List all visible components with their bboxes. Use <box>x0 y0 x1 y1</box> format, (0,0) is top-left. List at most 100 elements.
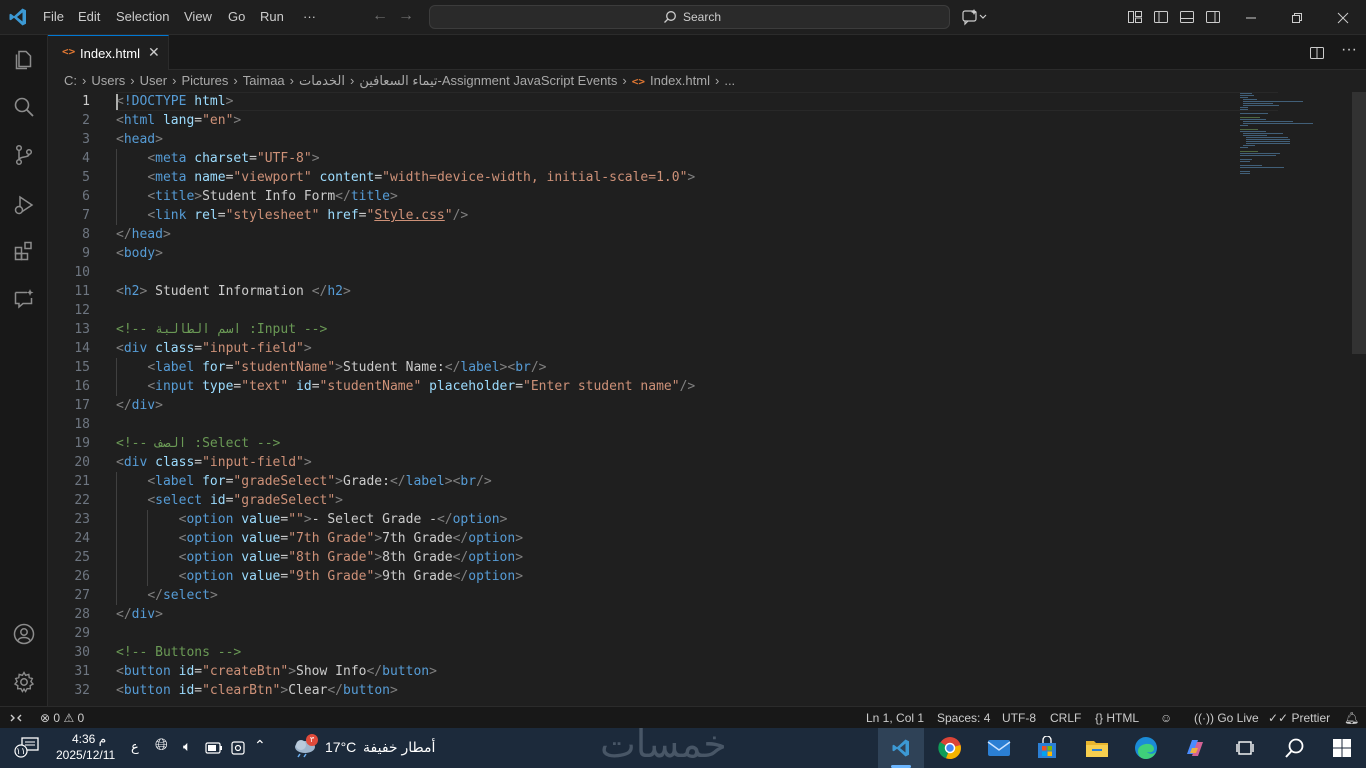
back-arrow-icon[interactable]: ← <box>372 7 388 25</box>
line-ending[interactable]: CRLF <box>1050 711 1081 725</box>
code-line[interactable]: 7 <link rel="stylesheet" href="Style.css… <box>48 206 1228 225</box>
remote-indicator-icon[interactable] <box>9 711 23 725</box>
clock-time[interactable]: 4:36 م <box>72 732 106 746</box>
breadcrumb-file[interactable]: Index.html <box>650 73 710 88</box>
command-center-search[interactable]: Search <box>429 5 950 29</box>
code-line[interactable]: 19 <!-- الصف :Select --> <box>48 434 1228 453</box>
menu-selection[interactable]: Selection <box>116 9 169 24</box>
toggle-secondary-sidebar-icon[interactable] <box>1205 9 1221 25</box>
indentation[interactable]: Spaces: 4 <box>937 711 990 725</box>
code-line[interactable]: 31 <button id="createBtn">Show Info</butt… <box>48 662 1228 681</box>
code-line[interactable]: 8 </head> <box>48 225 1228 244</box>
breadcrumb-drive[interactable]: C: <box>64 73 77 88</box>
clock-date[interactable]: 2025/12/11 <box>56 748 115 762</box>
explorer-icon[interactable] <box>12 47 36 71</box>
code-line[interactable]: 30 <!-- Buttons --> <box>48 643 1228 662</box>
menu-file[interactable]: File <box>43 9 64 24</box>
code-line[interactable]: 1 <!DOCTYPE html> <box>48 92 1228 111</box>
breadcrumb-pictures[interactable]: Pictures <box>181 73 228 88</box>
edge-icon[interactable] <box>1134 736 1158 760</box>
tab-close-icon[interactable]: ✕ <box>148 44 160 61</box>
breadcrumb-services[interactable]: الخدمات <box>299 73 345 89</box>
menu-edit[interactable]: Edit <box>78 9 100 24</box>
close-window-button[interactable] <box>1320 0 1366 35</box>
weather-widget-icon[interactable]: ٣ <box>292 734 322 760</box>
weather-description[interactable]: أمطار خفيفة <box>363 739 435 756</box>
taskbar-vscode[interactable] <box>878 728 924 768</box>
code-line[interactable]: 16 <input type="text" id="studentName" p… <box>48 377 1228 396</box>
restore-button[interactable] <box>1274 0 1320 35</box>
chevron-up-icon[interactable]: ⌃ <box>254 737 266 754</box>
code-line[interactable]: 22 <select id="gradeSelect"> <box>48 491 1228 510</box>
code-line[interactable]: 14 <div class="input-field"> <box>48 339 1228 358</box>
code-line[interactable]: 4 <meta charset="UTF-8"> <box>48 149 1228 168</box>
code-line[interactable]: 23 <option value="">- Select Grade -</op… <box>48 510 1228 529</box>
menu-run[interactable]: Run <box>260 9 284 24</box>
run-debug-icon[interactable] <box>12 193 36 217</box>
split-editor-icon[interactable] <box>1309 45 1325 61</box>
copilot-app-icon[interactable] <box>1183 736 1207 760</box>
file-explorer-icon[interactable] <box>1085 737 1109 759</box>
battery-icon[interactable] <box>205 742 223 754</box>
code-line[interactable]: 18 <box>48 415 1228 434</box>
task-view-icon[interactable] <box>1235 738 1255 758</box>
code-line[interactable]: 27 </select> <box>48 586 1228 605</box>
extensions-icon[interactable] <box>12 239 36 263</box>
breadcrumb-users[interactable]: Users <box>91 73 125 88</box>
more-actions-icon[interactable]: ··· <box>1341 41 1357 59</box>
menu-go[interactable]: Go <box>228 9 245 24</box>
chrome-icon[interactable] <box>938 736 962 760</box>
code-line[interactable]: 15 <label for="studentName">Student Name… <box>48 358 1228 377</box>
tab-index-html[interactable]: <> Index.html ✕ <box>48 35 169 70</box>
go-live-button[interactable]: ((·)) Go Live <box>1194 711 1259 725</box>
chat-icon[interactable] <box>12 287 36 311</box>
mail-icon[interactable] <box>987 738 1011 758</box>
toggle-panel-icon[interactable] <box>1179 9 1195 25</box>
code-line[interactable]: 13 <!-- اسم الطالبة :Input --> <box>48 320 1228 339</box>
code-line[interactable]: 9 <body> <box>48 244 1228 263</box>
breadcrumb-taimaa[interactable]: Taimaa <box>243 73 285 88</box>
minimap[interactable] <box>1236 92 1331 182</box>
code-line[interactable]: 11 <h2> Student Information </h2> <box>48 282 1228 301</box>
code-line[interactable]: 28 </div> <box>48 605 1228 624</box>
code-line[interactable]: 12 <box>48 301 1228 320</box>
code-line[interactable]: 17 </div> <box>48 396 1228 415</box>
source-control-icon[interactable] <box>12 143 36 167</box>
prettier-button[interactable]: ✓✓ Prettier <box>1268 711 1330 725</box>
copilot-chat-icon[interactable] <box>962 8 988 26</box>
breadcrumb-symbol[interactable]: ... <box>724 73 735 88</box>
notifications-bell-icon[interactable]: 🔔︎ <box>1344 711 1359 725</box>
code-line[interactable]: 2 <html lang="en"> <box>48 111 1228 130</box>
gear-icon[interactable] <box>12 670 36 694</box>
code-line[interactable]: 6 <title>Student Info Form</title> <box>48 187 1228 206</box>
code-line[interactable]: 20 <div class="input-field"> <box>48 453 1228 472</box>
code-line[interactable]: 3 <head> <box>48 130 1228 149</box>
code-line[interactable]: 25 <option value="8th Grade">8th Grade</… <box>48 548 1228 567</box>
code-line[interactable]: 29 <box>48 624 1228 643</box>
code-line[interactable]: 10 <box>48 263 1228 282</box>
breadcrumb-user[interactable]: User <box>140 73 167 88</box>
search-icon[interactable] <box>12 95 36 119</box>
code-line[interactable]: 5 <meta name="viewport" content="width=d… <box>48 168 1228 187</box>
vertical-scrollbar[interactable] <box>1352 92 1366 354</box>
camera-privacy-icon[interactable] <box>230 740 246 756</box>
weather-temperature[interactable]: 17°C <box>325 739 356 755</box>
code-editor[interactable]: 1 <!DOCTYPE html> 2 <html lang="en"> 3 <head>… <box>48 92 1366 706</box>
accounts-icon[interactable] <box>12 622 36 646</box>
menu-more[interactable]: ··· <box>303 9 316 24</box>
code-line[interactable]: 32 <button id="clearBtn">Clear</button> <box>48 681 1228 700</box>
input-language[interactable]: ع <box>131 739 139 755</box>
network-globe-icon[interactable]: 🌐︎ <box>155 737 168 755</box>
code-line[interactable]: 26 <option value="9th Grade">9th Grade</… <box>48 567 1228 586</box>
microsoft-store-icon[interactable] <box>1036 736 1058 760</box>
problems-indicator[interactable]: ⊗ 0 ⚠ 0 <box>40 711 84 725</box>
cursor-position[interactable]: Ln 1, Col 1 <box>866 711 924 725</box>
code-line[interactable]: 21 <label for="gradeSelect">Grade:</labe… <box>48 472 1228 491</box>
language-mode[interactable]: {} HTML <box>1095 711 1139 725</box>
customize-layout-icon[interactable] <box>1127 9 1143 25</box>
menu-view[interactable]: View <box>184 9 212 24</box>
toggle-primary-sidebar-icon[interactable] <box>1153 9 1169 25</box>
breadcrumb-assignment-folder[interactable]: تيماء السعافين-Assignment JavaScript Eve… <box>359 73 617 89</box>
volume-icon[interactable]: 🔈︎ <box>183 738 191 755</box>
windows-start-icon[interactable] <box>1332 738 1352 758</box>
